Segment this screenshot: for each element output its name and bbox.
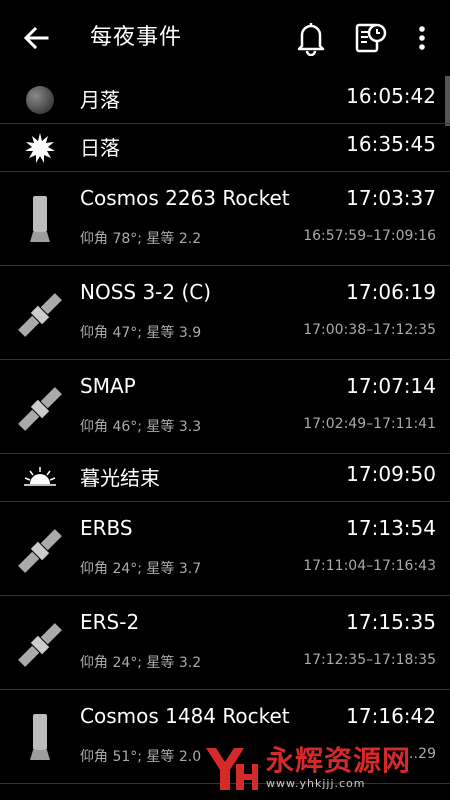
watermark-title: 永辉资源网 <box>266 744 412 777</box>
event-time: 17:07:14 <box>346 374 436 398</box>
bell-icon[interactable] <box>294 20 328 56</box>
list-item[interactable]: Cosmos 2263 Rocket 17:03:37 仰角 78°; 星等 2… <box>0 172 450 266</box>
rocket-body-icon <box>30 714 50 760</box>
satellite-icon <box>18 293 62 337</box>
list-item[interactable]: 月落 16:05:42 <box>0 76 450 124</box>
event-detail: 仰角 24°; 星等 3.2 <box>80 655 202 671</box>
event-name: ERS-2 <box>80 610 140 634</box>
app-bar: 每夜事件 <box>0 0 450 76</box>
event-time: 17:09:50 <box>346 462 436 486</box>
watermark-logo-icon <box>206 748 258 790</box>
event-time: 16:35:45 <box>346 132 436 156</box>
list-item[interactable]: SMAP 17:07:14 仰角 46°; 星等 3.3 17:02:49–17… <box>0 360 450 454</box>
satellite-icon <box>18 387 62 431</box>
event-detail: 仰角 47°; 星等 3.9 <box>80 325 202 341</box>
event-detail: 仰角 78°; 星等 2.2 <box>80 231 202 247</box>
event-list: 月落 16:05:42 日落 16:35:45 Cosmos 2263 Rock… <box>0 76 450 784</box>
satellite-icon <box>18 623 62 667</box>
twilight-icon <box>24 467 56 486</box>
event-detail: 仰角 46°; 星等 3.3 <box>80 419 202 435</box>
rocket-body-icon <box>30 196 50 242</box>
watermark-url: www.yhkjjj.com <box>266 777 366 790</box>
event-name: Cosmos 2263 Rocket <box>80 186 290 210</box>
list-item[interactable]: 日落 16:35:45 <box>0 124 450 172</box>
event-name: ERBS <box>80 516 133 540</box>
event-name: NOSS 3-2 (C) <box>80 280 212 304</box>
event-time: 17:06:19 <box>346 280 436 304</box>
sun-icon <box>25 133 55 163</box>
watermark: 永辉资源网 www.yhkjjj.com <box>200 738 450 798</box>
moon-icon <box>26 86 54 114</box>
page-title: 每夜事件 <box>90 25 183 50</box>
satellite-icon <box>18 529 62 573</box>
more-vert-icon[interactable] <box>410 22 434 54</box>
event-range: 16:57:59–17:09:16 <box>303 228 436 244</box>
list-item[interactable]: 暮光结束 17:09:50 <box>0 454 450 502</box>
report-icon[interactable] <box>353 20 387 56</box>
event-time: 16:05:42 <box>346 84 436 108</box>
event-range: 17:12:35–17:18:35 <box>303 652 436 668</box>
event-name: SMAP <box>80 374 136 398</box>
event-range: 17:11:04–17:16:43 <box>303 558 436 574</box>
event-name: 月落 <box>80 88 120 112</box>
list-item[interactable]: ERS-2 17:15:35 仰角 24°; 星等 3.2 17:12:35–1… <box>0 596 450 690</box>
event-time: 17:16:42 <box>346 704 436 728</box>
event-detail: 仰角 51°; 星等 2.0 <box>80 749 202 765</box>
list-item[interactable]: ERBS 17:13:54 仰角 24°; 星等 3.7 17:11:04–17… <box>0 502 450 596</box>
back-arrow-icon[interactable] <box>20 22 52 54</box>
event-detail: 仰角 24°; 星等 3.7 <box>80 561 202 577</box>
event-range: 17:00:38–17:12:35 <box>303 322 436 338</box>
event-time: 17:03:37 <box>346 186 436 210</box>
list-item[interactable]: NOSS 3-2 (C) 17:06:19 仰角 47°; 星等 3.9 17:… <box>0 266 450 360</box>
event-name: Cosmos 1484 Rocket <box>80 704 290 728</box>
event-name: 日落 <box>80 136 120 160</box>
event-time: 17:15:35 <box>346 610 436 634</box>
event-range: 17:02:49–17:11:41 <box>303 416 436 432</box>
event-name: 暮光结束 <box>80 466 160 490</box>
event-time: 17:13:54 <box>346 516 436 540</box>
